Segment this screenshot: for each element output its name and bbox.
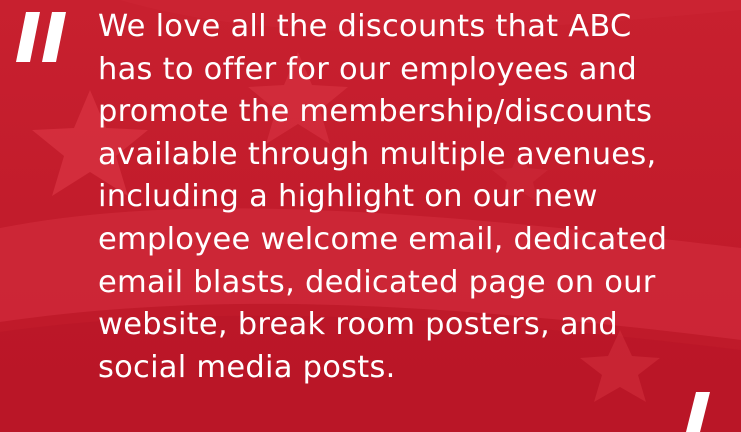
testimonial-text: We love all the discounts that ABC has t… [98, 9, 668, 385]
testimonial-card: We love all the discounts that ABC has t… [0, 0, 741, 432]
close-quote-icon [686, 392, 710, 432]
open-quote-icon [16, 12, 66, 62]
